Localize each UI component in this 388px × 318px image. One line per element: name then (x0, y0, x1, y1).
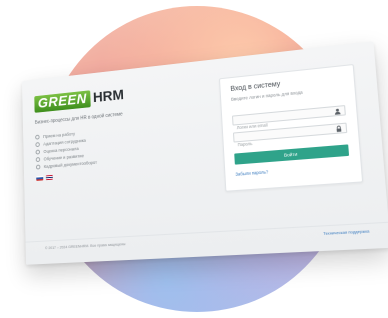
intro-tagline: Бизнес-процессы для HR в одной системе (34, 111, 123, 126)
user-icon (334, 108, 341, 115)
bullet-icon (35, 156, 41, 162)
app-screenshot-mockup: GREEN HRM Бизнес-процессы для HR в одной… (21, 41, 388, 265)
forgot-password-link[interactable]: Забыли пароль? (235, 169, 268, 177)
flag-ru-icon[interactable] (36, 175, 44, 181)
bullet-icon (35, 141, 40, 147)
bullet-icon (35, 164, 41, 170)
language-switcher (36, 174, 53, 181)
copyright-text: © 2017 – 2024 GREENHRM. Все права защище… (44, 242, 126, 251)
username-field (231, 105, 346, 132)
hero-stage: GREEN HRM Бизнес-процессы для HR в одной… (0, 0, 388, 318)
flag-en-icon[interactable] (45, 174, 53, 181)
greenhrm-logo: GREEN HRM (34, 87, 124, 113)
login-card: Вход в систему Введите логин и пароль дл… (218, 63, 364, 192)
bullet-icon (35, 149, 40, 155)
lock-icon (335, 125, 343, 133)
feature-label: Кадровый документооборот (43, 159, 98, 169)
support-link[interactable]: Техническая поддержка (323, 229, 369, 236)
bullet-icon (35, 134, 40, 140)
login-page: GREEN HRM Бизнес-процессы для HR в одной… (21, 41, 388, 265)
login-title: Вход в систему (230, 80, 281, 93)
logo-green-part: GREEN (34, 90, 91, 113)
logo-hrm-part: HRM (92, 86, 125, 106)
feature-list: Прием на работу Адаптация сотрудника Оце… (35, 127, 97, 170)
